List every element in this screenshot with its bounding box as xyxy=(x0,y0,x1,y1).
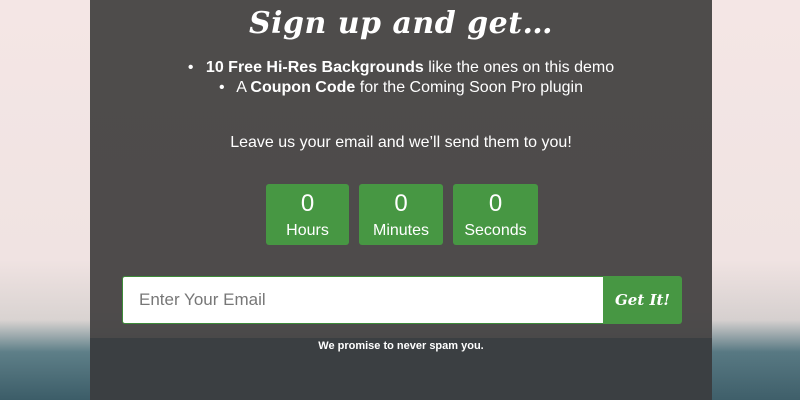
page-title: Sign up and get… xyxy=(248,6,554,41)
benefit-text: for the Coming Soon Pro plugin xyxy=(355,79,583,96)
countdown-minutes-value: 0 xyxy=(394,190,408,217)
background-right xyxy=(712,0,800,400)
countdown-minutes-label: Minutes xyxy=(372,222,430,239)
benefit-text: like the ones on this demo xyxy=(423,59,615,76)
get-it-button[interactable]: Get It! xyxy=(603,276,682,324)
benefit-highlight: Coupon Code xyxy=(250,79,356,96)
countdown-seconds: 0 Seconds xyxy=(453,184,538,245)
signup-form: Get It! xyxy=(122,276,682,324)
background-left xyxy=(0,0,90,400)
benefit-item: A Coupon Code for the Coming Soon Pro pl… xyxy=(90,78,712,98)
email-prompt: Leave us your email and we’ll send them … xyxy=(230,134,572,151)
countdown-seconds-label: Seconds xyxy=(464,222,527,239)
benefits-list: 10 Free Hi-Res Backgrounds like the ones… xyxy=(90,58,712,98)
countdown-timer: 0 Hours 0 Minutes 0 Seconds xyxy=(266,184,538,245)
countdown-minutes: 0 Minutes xyxy=(359,184,443,245)
benefit-prefix: A xyxy=(236,79,251,96)
countdown-seconds-value: 0 xyxy=(488,190,503,217)
benefit-item: 10 Free Hi-Res Backgrounds like the ones… xyxy=(90,58,712,78)
no-spam-note: We promise to never spam you. xyxy=(318,340,484,352)
countdown-hours-label: Hours xyxy=(286,222,329,239)
countdown-hours-value: 0 xyxy=(300,190,315,217)
benefit-highlight: 10 Free Hi-Res Backgrounds xyxy=(205,59,424,76)
countdown-hours: 0 Hours xyxy=(266,184,349,245)
email-input[interactable] xyxy=(122,276,604,324)
